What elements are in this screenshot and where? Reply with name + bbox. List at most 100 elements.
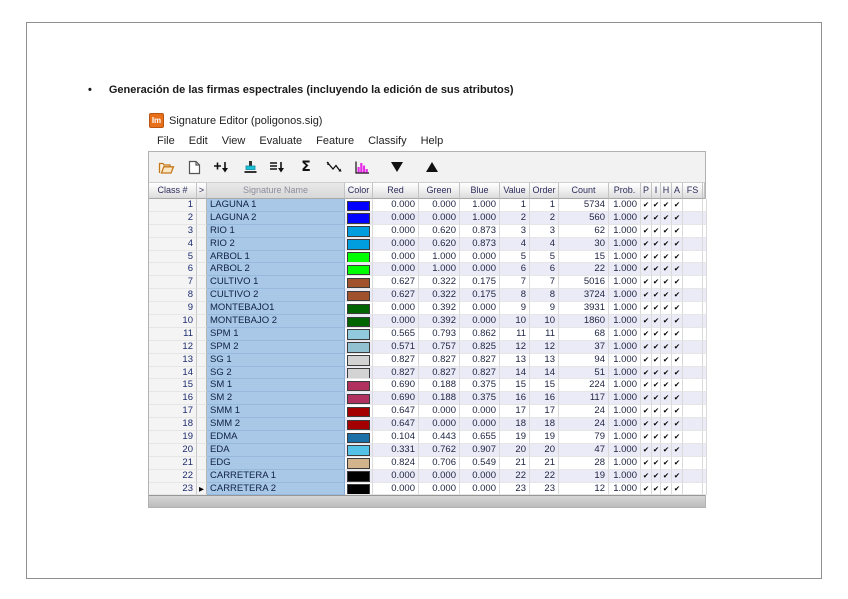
header-red[interactable]: Red bbox=[373, 183, 419, 199]
count-cell[interactable]: 12 bbox=[559, 483, 609, 496]
color-swatch-cell[interactable] bbox=[345, 302, 373, 315]
value-cell[interactable]: 7 bbox=[500, 276, 530, 289]
prob-cell[interactable]: 1.000 bbox=[609, 418, 641, 431]
order-cell[interactable]: 6 bbox=[530, 263, 559, 276]
a-check-cell[interactable]: ✔ bbox=[672, 302, 683, 315]
fs-cell[interactable] bbox=[683, 405, 703, 418]
current-row-indicator[interactable] bbox=[197, 315, 207, 328]
histogram-icon[interactable] bbox=[350, 156, 374, 178]
color-swatch[interactable] bbox=[347, 420, 370, 431]
signature-name-cell[interactable]: LAGUNA 1 bbox=[207, 199, 345, 212]
p-check-cell[interactable]: ✔ bbox=[641, 457, 652, 470]
red-cell[interactable]: 0.331 bbox=[373, 444, 419, 457]
a-check-cell[interactable]: ✔ bbox=[672, 483, 683, 496]
color-swatch[interactable] bbox=[347, 368, 370, 379]
class-number-cell[interactable]: 6 bbox=[149, 263, 197, 276]
h-check-cell[interactable]: ✔ bbox=[661, 225, 672, 238]
value-cell[interactable]: 23 bbox=[500, 483, 530, 496]
table-row[interactable]: 18SMM 20.6470.0000.0001818241.000✔✔✔✔ bbox=[149, 418, 705, 431]
fs-cell[interactable] bbox=[683, 276, 703, 289]
color-swatch[interactable] bbox=[347, 239, 370, 250]
color-swatch-cell[interactable] bbox=[345, 276, 373, 289]
signature-name-cell[interactable]: CARRETERA 2 bbox=[207, 483, 345, 496]
color-swatch-cell[interactable] bbox=[345, 354, 373, 367]
i-check-cell[interactable]: ✔ bbox=[652, 315, 661, 328]
color-swatch[interactable] bbox=[347, 252, 370, 263]
prob-cell[interactable]: 1.000 bbox=[609, 341, 641, 354]
count-cell[interactable]: 47 bbox=[559, 444, 609, 457]
red-cell[interactable]: 0.000 bbox=[373, 263, 419, 276]
prob-cell[interactable]: 1.000 bbox=[609, 367, 641, 380]
header-signature-name[interactable]: Signature Name bbox=[207, 183, 345, 199]
table-row[interactable]: 6ARBOL 20.0001.0000.00066221.000✔✔✔✔ bbox=[149, 263, 705, 276]
table-row[interactable]: 9MONTEBAJO10.0000.3920.0009939311.000✔✔✔… bbox=[149, 302, 705, 315]
green-cell[interactable]: 0.757 bbox=[419, 341, 460, 354]
blue-cell[interactable]: 0.000 bbox=[460, 483, 500, 496]
order-cell[interactable]: 1 bbox=[530, 199, 559, 212]
order-cell[interactable]: 12 bbox=[530, 341, 559, 354]
header-a[interactable]: A bbox=[672, 183, 683, 199]
table-row[interactable]: 10MONTEBAJO 20.0000.3920.000101018601.00… bbox=[149, 315, 705, 328]
order-cell[interactable]: 7 bbox=[530, 276, 559, 289]
a-check-cell[interactable]: ✔ bbox=[672, 367, 683, 380]
color-swatch-cell[interactable] bbox=[345, 263, 373, 276]
color-swatch[interactable] bbox=[347, 265, 370, 276]
order-cell[interactable]: 21 bbox=[530, 457, 559, 470]
red-cell[interactable]: 0.565 bbox=[373, 328, 419, 341]
menu-feature[interactable]: Feature bbox=[309, 132, 361, 150]
green-cell[interactable]: 0.000 bbox=[419, 405, 460, 418]
color-swatch[interactable] bbox=[347, 304, 370, 315]
current-row-indicator[interactable] bbox=[197, 405, 207, 418]
header-h[interactable]: H bbox=[661, 183, 672, 199]
color-swatch-cell[interactable] bbox=[345, 289, 373, 302]
a-check-cell[interactable]: ✔ bbox=[672, 379, 683, 392]
h-check-cell[interactable]: ✔ bbox=[661, 354, 672, 367]
table-row[interactable]: 11SPM 10.5650.7930.8621111681.000✔✔✔✔ bbox=[149, 328, 705, 341]
h-check-cell[interactable]: ✔ bbox=[661, 238, 672, 251]
value-cell[interactable]: 13 bbox=[500, 354, 530, 367]
p-check-cell[interactable]: ✔ bbox=[641, 238, 652, 251]
red-cell[interactable]: 0.000 bbox=[373, 470, 419, 483]
fs-cell[interactable] bbox=[683, 367, 703, 380]
blue-cell[interactable]: 0.655 bbox=[460, 431, 500, 444]
h-check-cell[interactable]: ✔ bbox=[661, 431, 672, 444]
current-row-indicator[interactable] bbox=[197, 225, 207, 238]
blue-cell[interactable]: 0.827 bbox=[460, 367, 500, 380]
red-cell[interactable]: 0.827 bbox=[373, 367, 419, 380]
color-swatch[interactable] bbox=[347, 213, 370, 224]
prob-cell[interactable]: 1.000 bbox=[609, 302, 641, 315]
signature-name-cell[interactable]: EDA bbox=[207, 444, 345, 457]
green-cell[interactable]: 1.000 bbox=[419, 263, 460, 276]
color-swatch-cell[interactable] bbox=[345, 470, 373, 483]
red-cell[interactable]: 0.000 bbox=[373, 483, 419, 496]
blue-cell[interactable]: 1.000 bbox=[460, 212, 500, 225]
blue-cell[interactable]: 0.175 bbox=[460, 289, 500, 302]
fs-cell[interactable] bbox=[683, 289, 703, 302]
signature-name-cell[interactable]: SM 2 bbox=[207, 392, 345, 405]
h-check-cell[interactable]: ✔ bbox=[661, 483, 672, 496]
table-row[interactable]: 21EDG0.8240.7060.5492121281.000✔✔✔✔ bbox=[149, 457, 705, 470]
header-fs[interactable]: FS bbox=[683, 183, 703, 199]
red-cell[interactable]: 0.000 bbox=[373, 238, 419, 251]
blue-cell[interactable]: 0.000 bbox=[460, 315, 500, 328]
order-cell[interactable]: 2 bbox=[530, 212, 559, 225]
p-check-cell[interactable]: ✔ bbox=[641, 251, 652, 264]
count-cell[interactable]: 30 bbox=[559, 238, 609, 251]
signature-name-cell[interactable]: EDMA bbox=[207, 431, 345, 444]
add-signature-icon[interactable] bbox=[210, 156, 234, 178]
red-cell[interactable]: 0.690 bbox=[373, 392, 419, 405]
class-number-cell[interactable]: 2 bbox=[149, 212, 197, 225]
color-swatch-cell[interactable] bbox=[345, 418, 373, 431]
prob-cell[interactable]: 1.000 bbox=[609, 315, 641, 328]
h-check-cell[interactable]: ✔ bbox=[661, 405, 672, 418]
current-row-indicator[interactable] bbox=[197, 212, 207, 225]
triangle-down-icon[interactable] bbox=[385, 156, 409, 178]
current-row-indicator[interactable] bbox=[197, 379, 207, 392]
blue-cell[interactable]: 0.375 bbox=[460, 392, 500, 405]
class-number-cell[interactable]: 10 bbox=[149, 315, 197, 328]
i-check-cell[interactable]: ✔ bbox=[652, 470, 661, 483]
blue-cell[interactable]: 0.375 bbox=[460, 379, 500, 392]
blue-cell[interactable]: 0.873 bbox=[460, 238, 500, 251]
a-check-cell[interactable]: ✔ bbox=[672, 354, 683, 367]
header-i[interactable]: I bbox=[652, 183, 661, 199]
